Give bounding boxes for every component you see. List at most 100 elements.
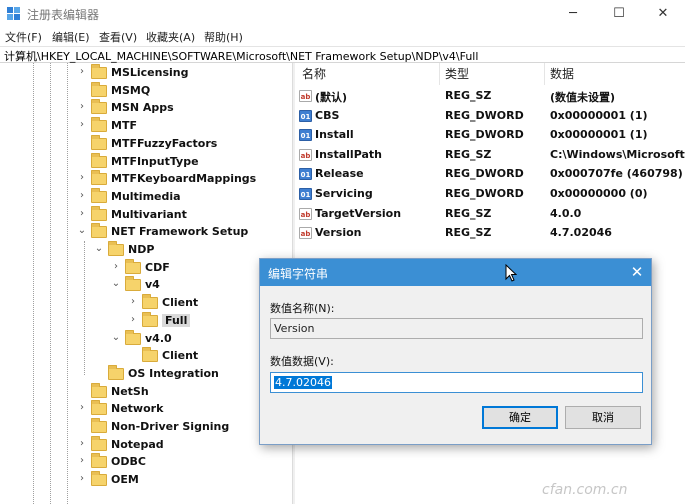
minimize-button[interactable]: ─ xyxy=(550,0,596,28)
tree-node-label[interactable]: Multivariant xyxy=(111,208,187,221)
expand-arrow-icon[interactable]: › xyxy=(77,455,87,466)
tree-node[interactable]: NetSh xyxy=(0,382,290,401)
binary-value-icon: 01 xyxy=(299,129,312,142)
tree-node[interactable]: MTFFuzzyFactors xyxy=(0,134,290,153)
folder-icon xyxy=(91,187,107,203)
tree-node[interactable]: › OEM xyxy=(0,471,290,489)
tree-node[interactable]: Client xyxy=(0,347,290,365)
tree-node-label[interactable]: MTFKeyboardMappings xyxy=(111,172,256,185)
address-bar[interactable]: 计算机\HKEY_LOCAL_MACHINE\SOFTWARE\Microsof… xyxy=(0,46,685,63)
key-tree-pane[interactable]: › MSLicensing MSMQ › MSN Apps › MTF MTFFuzzyFac… xyxy=(0,63,292,504)
column-separator[interactable] xyxy=(439,63,440,85)
tree-node[interactable]: › CDF xyxy=(0,258,290,277)
tree-node-label[interactable]: NetSh xyxy=(111,385,149,398)
tree-node-label[interactable]: MSN Apps xyxy=(111,101,174,114)
tree-node[interactable]: MTFInputType xyxy=(0,152,290,171)
menu-favorites[interactable]: 收藏夹(A) xyxy=(146,29,195,45)
tree-node[interactable]: ⌄ NET Framework Setup xyxy=(0,223,290,241)
expand-arrow-icon[interactable]: › xyxy=(77,66,87,77)
menu-file[interactable]: 文件(F) xyxy=(5,29,42,45)
edit-string-dialog: 编辑字符串 ✕ 数值名称(N): Version 数值数据(V): 4.7.02… xyxy=(259,258,652,445)
column-header-type[interactable]: 类型 xyxy=(445,63,469,85)
tree-node[interactable]: Non-Driver Signing xyxy=(0,418,290,436)
expand-arrow-icon[interactable]: › xyxy=(77,101,87,112)
address-path[interactable]: 计算机\HKEY_LOCAL_MACHINE\SOFTWARE\Microsof… xyxy=(4,48,478,64)
tree-node[interactable]: ⌄ v4.0 xyxy=(0,329,290,348)
value-row[interactable]: ab (默认) REG_SZ (数值未设置) xyxy=(296,87,685,106)
tree-node-label[interactable]: OS Integration xyxy=(128,367,219,380)
tree-node-label[interactable]: Client xyxy=(162,296,198,309)
tree-node[interactable]: › Notepad xyxy=(0,435,290,454)
value-row[interactable]: abInstallPath REG_SZ C:\Windows\Microsoft.… xyxy=(296,146,685,165)
column-header-name[interactable]: 名称 xyxy=(302,63,326,85)
collapse-arrow-icon[interactable]: ⌄ xyxy=(111,278,121,289)
collapse-arrow-icon[interactable]: ⌄ xyxy=(77,225,87,236)
tree-node-label[interactable]: NDP xyxy=(128,243,154,256)
tree-node[interactable]: › Multimedia xyxy=(0,187,290,206)
close-window-button[interactable]: ✕ xyxy=(640,0,685,28)
expand-arrow-icon[interactable]: › xyxy=(77,438,87,449)
expand-arrow-icon[interactable]: › xyxy=(128,296,138,307)
tree-node-label[interactable]: v4 xyxy=(145,278,160,291)
value-row[interactable]: ab TargetVersion REG_SZ 4.0.0 xyxy=(296,205,685,224)
value-row[interactable]: 01 CBS REG_DWORD 0x00000001 (1) xyxy=(296,107,685,126)
tree-node[interactable]: › Network xyxy=(0,400,290,418)
tree-node[interactable]: ⌄ v4 xyxy=(0,276,290,294)
value-data-text[interactable]: 4.7.02046 xyxy=(274,376,332,389)
tree-node-label[interactable]: v4.0 xyxy=(145,332,172,345)
tree-node-label[interactable]: Multimedia xyxy=(111,190,181,203)
expand-arrow-icon[interactable]: › xyxy=(77,172,87,183)
expand-arrow-icon[interactable]: › xyxy=(77,119,87,130)
tree-node[interactable]: › MSN Apps xyxy=(0,99,290,117)
tree-node[interactable]: OS Integration xyxy=(0,364,290,383)
value-row[interactable]: ab Version REG_SZ 4.7.02046 xyxy=(296,224,685,243)
expand-arrow-icon[interactable]: › xyxy=(111,261,121,272)
value-data-input[interactable]: 4.7.02046 xyxy=(270,372,643,393)
tree-node-label[interactable]: Non-Driver Signing xyxy=(111,420,229,433)
tree-node-label[interactable]: ODBC xyxy=(111,455,146,468)
ok-button[interactable]: 确定 xyxy=(482,406,558,429)
tree-node-label[interactable]: NET Framework Setup xyxy=(111,225,248,238)
dialog-close-icon[interactable]: ✕ xyxy=(627,262,647,282)
cancel-button[interactable]: 取消 xyxy=(565,406,641,429)
value-data: 0x00000001 (1) xyxy=(550,108,648,122)
maximize-button[interactable]: ☐ xyxy=(596,0,642,28)
tree-node[interactable]: ⌄ NDP xyxy=(0,241,290,259)
expand-arrow-icon[interactable]: › xyxy=(128,314,138,325)
collapse-arrow-icon[interactable]: ⌄ xyxy=(111,332,121,343)
value-row[interactable]: 01 Release REG_DWORD 0x000707fe (460798) xyxy=(296,165,685,184)
collapse-arrow-icon[interactable]: ⌄ xyxy=(94,243,104,254)
dialog-title-bar[interactable]: 编辑字符串 ✕ xyxy=(260,259,651,286)
folder-icon xyxy=(108,241,124,256)
tree-node-label[interactable]: MTFFuzzyFactors xyxy=(111,137,217,150)
tree-node[interactable]: › MTF xyxy=(0,117,290,135)
tree-node-label[interactable]: CDF xyxy=(145,261,170,274)
menu-edit[interactable]: 编辑(E) xyxy=(52,29,90,45)
menu-help[interactable]: 帮助(H) xyxy=(204,29,243,45)
column-header-data[interactable]: 数据 xyxy=(550,63,574,85)
tree-node[interactable]: › ODBC xyxy=(0,453,290,471)
tree-node-label[interactable]: MTF xyxy=(111,119,137,132)
tree-node-label[interactable]: Notepad xyxy=(111,438,164,451)
tree-node-label[interactable]: MSLicensing xyxy=(111,66,188,79)
value-row[interactable]: 01 Servicing REG_DWORD 0x00000000 (0) xyxy=(296,185,685,204)
tree-node-label[interactable]: MTFInputType xyxy=(111,155,199,168)
tree-node-label[interactable]: MSMQ xyxy=(111,84,150,97)
expand-arrow-icon[interactable]: › xyxy=(77,190,87,201)
tree-node-label[interactable]: OEM xyxy=(111,473,139,486)
expand-arrow-icon[interactable]: › xyxy=(77,208,87,219)
column-separator[interactable] xyxy=(544,63,545,85)
tree-node[interactable]: › Client xyxy=(0,294,290,312)
menu-view[interactable]: 查看(V) xyxy=(99,29,137,45)
tree-node[interactable]: › MTFKeyboardMappings xyxy=(0,170,290,188)
tree-node-label[interactable]: Network xyxy=(111,402,163,415)
tree-node-label[interactable]: Client xyxy=(162,349,198,362)
tree-node[interactable]: › Multivariant xyxy=(0,205,290,224)
tree-node[interactable]: › MSLicensing xyxy=(0,64,290,82)
value-row[interactable]: 01 Install REG_DWORD 0x00000001 (1) xyxy=(296,126,685,145)
tree-node[interactable]: › Full xyxy=(0,311,290,330)
tree-node[interactable]: MSMQ xyxy=(0,81,290,100)
tree-node-label[interactable]: Full xyxy=(162,313,191,327)
expand-arrow-icon[interactable]: › xyxy=(77,402,87,413)
expand-arrow-icon[interactable]: › xyxy=(77,473,87,484)
